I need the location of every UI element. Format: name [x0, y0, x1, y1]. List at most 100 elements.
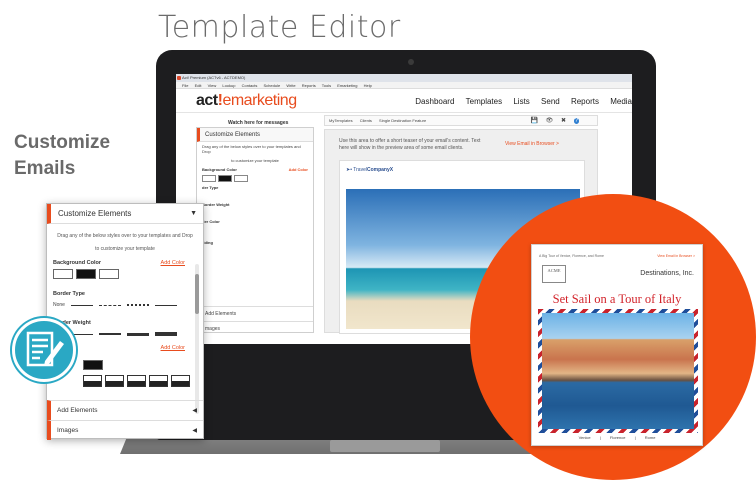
customize-instructions: Drag any of the below styles over to you… — [47, 224, 203, 256]
nav-reports[interactable]: Reports — [571, 97, 599, 106]
breadcrumb: MyTemplates Clients Single Destination F… — [324, 115, 598, 126]
menu-tools[interactable]: Tools — [322, 83, 331, 88]
nav-lists[interactable]: Lists — [513, 97, 529, 106]
menu-help[interactable]: Help — [364, 83, 372, 88]
customize-instructions-line-2: to customize your template — [95, 246, 155, 252]
swatch-black[interactable] — [76, 269, 96, 279]
breadcrumb-clients[interactable]: Clients — [360, 118, 372, 123]
border-swatch-black[interactable] — [83, 360, 103, 370]
close-icon[interactable]: ✖ — [561, 118, 566, 124]
background-color-swatches — [47, 267, 203, 281]
venice-photo — [542, 313, 694, 429]
add-elements-section[interactable]: Add Elements ◀ — [47, 400, 203, 420]
border-add-color-link[interactable]: Add Color — [161, 345, 185, 351]
email-headline: Set Sail on a Tour of Italy — [552, 292, 682, 306]
add-color-link[interactable]: Add Color — [161, 260, 185, 266]
mini-panel-header[interactable]: Customize Elements — [197, 128, 313, 142]
mini-swatch-empty[interactable] — [234, 175, 248, 182]
border-none-option[interactable]: None — [53, 302, 65, 308]
customize-elements-header[interactable]: Customize Elements ▼ — [47, 204, 203, 224]
email-browser-link[interactable]: View Email in Browser > — [657, 254, 695, 258]
images-section[interactable]: Images ◀ — [47, 420, 203, 440]
window-titlebar: Act! Premium (ACTv6 - ACTDEMO) — [176, 74, 632, 82]
nav-dashboard[interactable]: Dashboard — [415, 97, 454, 106]
nav-media[interactable]: Media — [610, 97, 632, 106]
background-color-label: Background Color — [53, 260, 101, 266]
breadcrumb-mytemplates[interactable]: MyTemplates — [329, 118, 353, 123]
mini-swatch-white[interactable] — [202, 175, 216, 182]
menu-file[interactable]: File — [182, 83, 188, 88]
images-arrow-icon: ◀ — [192, 428, 197, 434]
preview-teaser-text[interactable]: Use this area to offer a short teaser of… — [339, 138, 489, 152]
menu-edit[interactable]: Edit — [195, 83, 202, 88]
border-dashed-option[interactable] — [98, 304, 121, 306]
nav-send[interactable]: Send — [541, 97, 560, 106]
menu-reports[interactable]: Reports — [302, 83, 316, 88]
menu-write[interactable]: Write — [286, 83, 295, 88]
app-icon — [177, 76, 181, 80]
menu-lookup[interactable]: Lookup — [222, 83, 235, 88]
mini-background-color-text: Background Color — [202, 167, 237, 172]
border-type-options: None — [47, 298, 203, 312]
email-preview-card: A Big Tour of Venice, Florence, and Rome… — [531, 244, 703, 446]
mini-color-swatches — [197, 174, 313, 183]
city-venice: Venice — [578, 435, 591, 440]
editor-toolbar: 💾 👁 ✖ ? — [531, 116, 586, 126]
padding-option-4[interactable] — [149, 375, 168, 387]
window-menubar: File Edit View Lookup Contacts Schedule … — [176, 82, 632, 89]
city-florence: Florence — [609, 435, 626, 440]
border-thin-option[interactable] — [154, 304, 177, 306]
nav-templates[interactable]: Templates — [466, 97, 502, 106]
menu-contacts[interactable]: Contacts — [242, 83, 258, 88]
company-logo[interactable]: ➤• TravelCompanyX — [346, 167, 393, 173]
company-logo-prefix: Travel — [353, 167, 367, 173]
weight-2-option[interactable] — [98, 333, 121, 335]
window-title: Act! Premium (ACTv6 - ACTDEMO) — [182, 75, 246, 80]
help-icon[interactable]: ? — [573, 118, 579, 124]
brand-product: emarketing — [222, 92, 297, 109]
padding-option-3[interactable] — [127, 375, 146, 387]
side-heading: Customize Emails — [14, 130, 110, 182]
collapse-arrow-icon[interactable]: ▼ — [190, 204, 197, 224]
side-heading-line-1: Customize — [14, 132, 111, 153]
menu-emarketing[interactable]: Emarketing — [337, 83, 357, 88]
laptop-trackpad — [330, 440, 440, 452]
email-cities: Venice | Florence | Rome — [532, 435, 702, 440]
scrollbar-thumb[interactable] — [195, 274, 199, 314]
brand-logo: act!emarketing — [196, 92, 297, 110]
padding-option-5[interactable] — [171, 375, 190, 387]
background-color-row: Background Color Add Color — [47, 256, 203, 267]
padding-option-1[interactable] — [83, 375, 102, 387]
customize-panel-background: Customize Elements Drag any of the below… — [196, 127, 314, 336]
breadcrumb-current[interactable]: Single Destination Feature — [379, 118, 426, 123]
email-top-text: A Big Tour of Venice, Florence, and Rome — [539, 254, 604, 258]
swatch-white[interactable] — [53, 269, 73, 279]
mini-add-color-link[interactable]: Add Color — [289, 167, 308, 172]
border-solid-option[interactable] — [70, 304, 93, 306]
border-dotted-option[interactable] — [126, 304, 149, 306]
customize-elements-title: Customize Elements — [58, 209, 132, 218]
preview-icon[interactable]: 👁 — [546, 118, 554, 124]
weight-3-option[interactable] — [126, 332, 149, 336]
save-icon[interactable]: 💾 — [531, 118, 538, 124]
mini-panel-intro-2: to customize your template — [231, 158, 279, 163]
padding-option-2[interactable] — [105, 375, 124, 387]
mini-padding-label: dding — [202, 240, 213, 245]
swatch-empty[interactable] — [99, 269, 119, 279]
mini-swatch-black[interactable] — [218, 175, 232, 182]
add-elements-label: Add Elements — [57, 407, 98, 414]
customize-instructions-line-1: Drag any of the below styles over to you… — [57, 233, 193, 239]
brand-act: act — [196, 92, 218, 109]
city-divider-1: | — [599, 435, 601, 440]
mini-add-elements-section[interactable]: Add Elements — [197, 306, 313, 321]
panel-scrollbar[interactable] — [195, 264, 199, 414]
mini-images-section[interactable]: mages — [197, 321, 313, 336]
acme-logo: ACME — [542, 265, 566, 283]
menu-view[interactable]: View — [208, 83, 217, 88]
menu-schedule[interactable]: Schedule — [264, 83, 281, 88]
weight-4-option[interactable] — [154, 332, 177, 336]
view-in-browser-link[interactable]: View Email in Browser > — [505, 141, 559, 147]
mini-background-color-label: Background Color Add Color — [197, 165, 313, 174]
weight-1-option[interactable] — [70, 333, 93, 335]
hero-title: Template Editor — [158, 10, 401, 45]
